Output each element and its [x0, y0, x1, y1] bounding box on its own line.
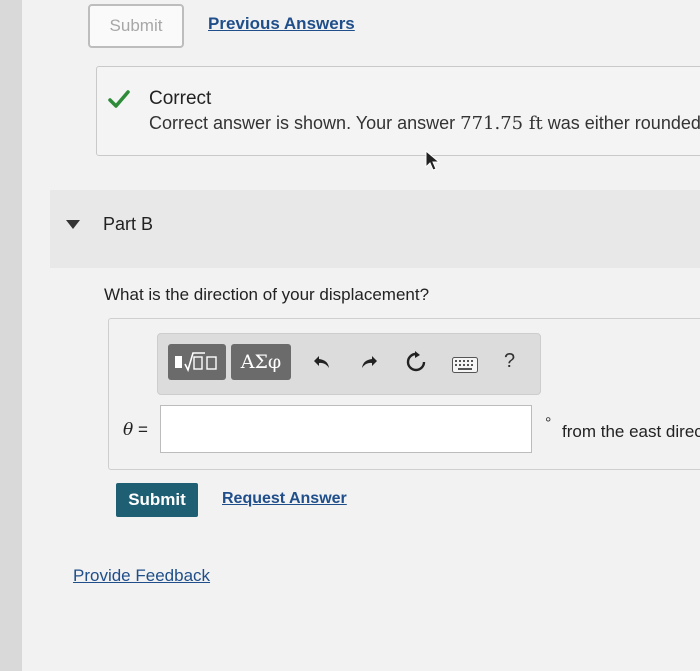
feedback-box: [96, 66, 700, 156]
feedback-message: Correct answer is shown. Your answer 771…: [149, 113, 700, 134]
symbols-button[interactable]: ΑΣφ: [231, 344, 291, 380]
reset-icon[interactable]: [405, 351, 427, 373]
answer-input[interactable]: [160, 405, 532, 453]
feedback-message-suffix: was either rounded dif: [547, 113, 700, 133]
redo-icon[interactable]: [360, 353, 378, 371]
question-text: What is the direction of your displaceme…: [104, 285, 430, 304]
templates-icon: [175, 352, 217, 373]
feedback-answer-value: 771.75 ft: [460, 113, 543, 134]
theta-label: θ =: [123, 420, 148, 440]
degree-symbol: °: [545, 415, 552, 432]
part-label: Part B: [103, 214, 154, 234]
help-button[interactable]: ?: [504, 350, 515, 373]
feedback-title: Correct: [149, 88, 212, 109]
previous-answers-link[interactable]: Previous Answers: [208, 14, 355, 34]
units-label: from the east direct: [562, 422, 700, 441]
keyboard-icon[interactable]: [452, 357, 478, 373]
templates-button[interactable]: [168, 344, 226, 380]
undo-icon[interactable]: [313, 353, 331, 371]
left-page-edge: [0, 0, 22, 671]
submit-button-disabled: Submit: [88, 4, 184, 48]
theta-symbol: θ: [123, 420, 134, 440]
provide-feedback-link[interactable]: Provide Feedback: [73, 566, 210, 586]
request-answer-link[interactable]: Request Answer: [222, 490, 347, 508]
feedback-message-prefix: Correct answer is shown. Your answer: [149, 113, 461, 133]
mouse-cursor-icon: [425, 150, 441, 171]
equals-sign: =: [133, 420, 148, 439]
caret-down-icon[interactable]: [66, 220, 80, 229]
submit-button[interactable]: Submit: [116, 483, 198, 517]
check-icon: [108, 90, 130, 108]
